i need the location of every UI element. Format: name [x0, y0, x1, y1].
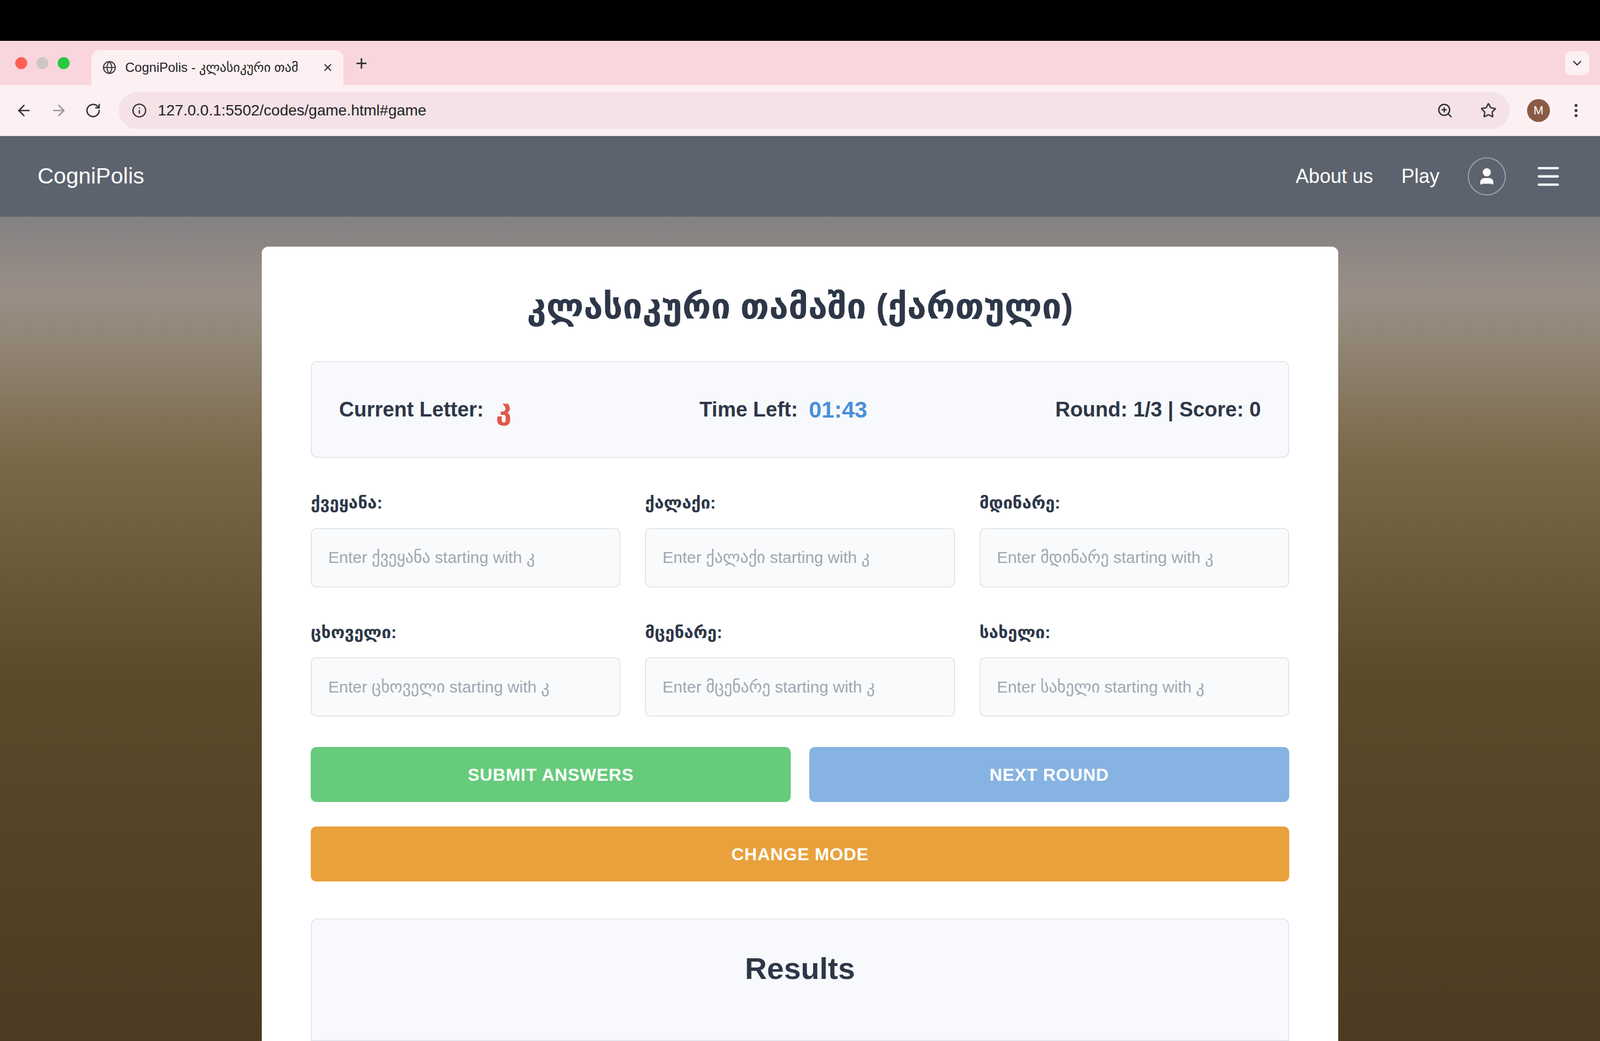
close-window-icon[interactable]: [15, 57, 28, 70]
address-bar[interactable]: 127.0.0.1:5502/codes/game.html#game: [118, 91, 1510, 129]
hamburger-icon[interactable]: [1534, 162, 1563, 191]
action-button[interactable]: SUBMIT ANSWERS: [310, 746, 791, 802]
field: ცხოველი:: [310, 619, 621, 717]
game-title: კლასიკური თამაში (ქართული): [310, 284, 1290, 329]
window-controls: [15, 57, 70, 70]
field-label: ქვეყანა:: [310, 490, 621, 516]
chevron-down-icon: [1570, 56, 1585, 71]
profile-avatar[interactable]: M: [1527, 99, 1550, 122]
navbar: CogniPolis About us Play: [0, 136, 1600, 217]
new-tab-button[interactable]: +: [355, 52, 368, 74]
minimize-window-icon[interactable]: [36, 57, 49, 70]
round-score: Round: 1/3 | Score: 0: [1055, 394, 1261, 426]
letter-label: Current Letter:: [339, 394, 484, 426]
tab-list-button[interactable]: [1565, 51, 1590, 76]
status-panel: Current Letter: კ Time Left: 01:43 Round: 1/…: [310, 360, 1290, 458]
results-title: Results: [745, 945, 855, 992]
url-text: 127.0.0.1:5502/codes/game.html#game: [157, 99, 1426, 122]
globe-icon: [102, 60, 117, 75]
brand[interactable]: CogniPolis: [37, 159, 145, 194]
change-mode-button[interactable]: CHANGE MODE: [310, 826, 1290, 882]
field: მცენარე:: [644, 619, 955, 717]
zoom-icon[interactable]: [1436, 102, 1454, 119]
screen: CogniPolis - კლასიკური თამ × +127.0.0.1:55…: [0, 0, 1600, 1041]
field: ქალაქი:: [644, 490, 955, 588]
answer-input[interactable]: [979, 656, 1290, 717]
tab-strip: CogniPolis - კლასიკური თამ × +: [0, 40, 1600, 85]
time-label: Time Left:: [699, 394, 798, 426]
info-icon: [131, 102, 147, 119]
field: სახელი:: [979, 619, 1290, 717]
answer-input[interactable]: [644, 527, 955, 588]
answer-input[interactable]: [979, 527, 1290, 588]
page: CogniPolis About us Play კლასიკური თამაში (…: [0, 136, 1600, 1041]
answer-input[interactable]: [310, 527, 621, 588]
current-letter: კ: [495, 388, 512, 431]
user-icon: [1477, 166, 1497, 187]
nav-link[interactable]: Play: [1401, 161, 1440, 192]
game-card: კლასიკური თამაში (ქართული) Current Letter…: [261, 246, 1339, 1041]
field-label: ცხოველი:: [310, 619, 621, 646]
top-bezel: [0, 0, 1600, 41]
back-icon[interactable]: [15, 101, 33, 120]
field-label: ქალაქი:: [644, 490, 955, 516]
toolbar: 127.0.0.1:5502/codes/game.html#game M: [0, 84, 1600, 137]
tab-close[interactable]: ×: [322, 59, 333, 76]
time-left: 01:43: [808, 392, 867, 427]
action-button[interactable]: NEXT ROUND: [809, 746, 1290, 802]
star-icon[interactable]: [1480, 102, 1497, 119]
fields-grid: ქვეყანა: ქალაქი: მდინარე: ცხოველი: მცენარე: ს…: [310, 490, 1290, 717]
field-label: მცენარე:: [644, 619, 955, 646]
tab-title: CogniPolis - კლასიკური თამ: [125, 57, 315, 78]
results-panel: Results: [310, 918, 1290, 1041]
reload-icon[interactable]: [84, 102, 102, 119]
field: ქვეყანა:: [310, 490, 621, 588]
forward-icon[interactable]: [50, 101, 68, 120]
browser-tab[interactable]: CogniPolis - კლასიკური თამ ×: [91, 50, 344, 85]
menu-icon[interactable]: [1567, 101, 1585, 120]
maximize-window-icon[interactable]: [57, 57, 70, 70]
account-button[interactable]: [1467, 157, 1506, 196]
answer-input[interactable]: [310, 656, 621, 717]
field-label: სახელი:: [979, 619, 1290, 646]
answer-input[interactable]: [644, 656, 955, 717]
field-label: მდინარე:: [979, 490, 1290, 516]
nav-link[interactable]: About us: [1295, 161, 1374, 192]
field: მდინარე:: [979, 490, 1290, 588]
